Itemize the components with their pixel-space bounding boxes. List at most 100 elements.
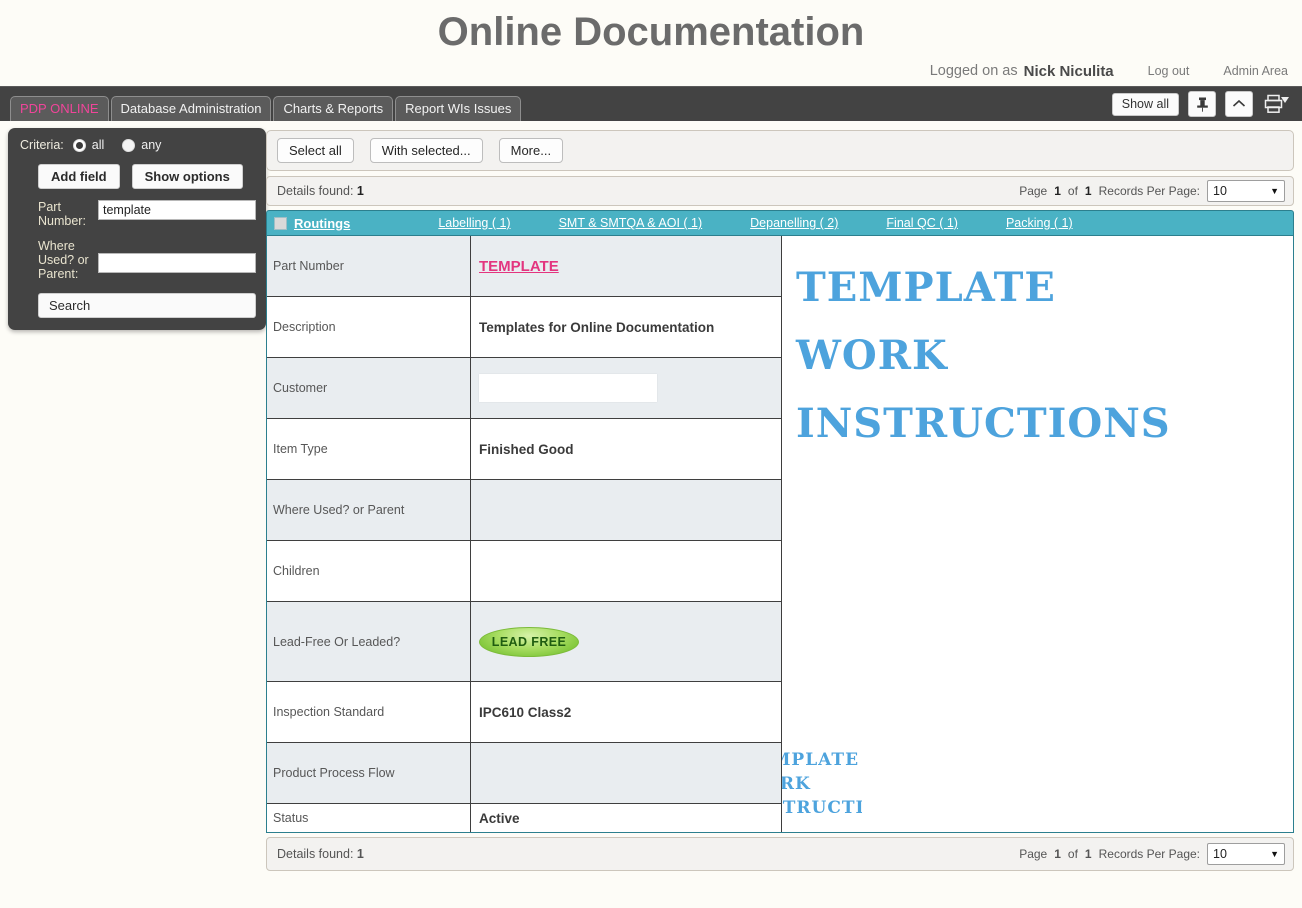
row-label-customer: Customer xyxy=(267,358,471,418)
row-label-lead-free: Lead-Free Or Leaded? xyxy=(267,602,471,681)
row-label-inspection-standard: Inspection Standard xyxy=(267,682,471,742)
table-row: Inspection Standard IPC610 Class2 xyxy=(267,682,781,743)
field-row-where-used: Where Used? or Parent: xyxy=(38,239,256,281)
table-row: Product Process Flow xyxy=(267,743,781,804)
app-root: Online Documentation Logged on as Nick N… xyxy=(0,0,1302,908)
navbar-actions: Show all xyxy=(1112,91,1292,117)
details-found-count-bottom: 1 xyxy=(357,847,364,861)
customer-input[interactable] xyxy=(479,374,657,402)
print-icon[interactable] xyxy=(1262,92,1292,116)
criteria-label: Criteria: xyxy=(20,138,64,152)
preview-small-line-2: WORK xyxy=(782,772,862,796)
row-label-part-number: Part Number xyxy=(267,236,471,296)
logout-link[interactable]: Log out xyxy=(1148,64,1190,78)
row-value-children xyxy=(471,541,781,601)
table-row: Description Templates for Online Documen… xyxy=(267,297,781,358)
table-row: Item Type Finished Good xyxy=(267,419,781,480)
routing-step-labelling[interactable]: Labelling ( 1) xyxy=(438,216,510,230)
preview-line-3: INSTRUCTIONS xyxy=(796,390,1293,458)
part-number-input[interactable] xyxy=(98,200,256,220)
routings-title-link[interactable]: Routings xyxy=(294,216,350,231)
details-found-count: 1 xyxy=(357,184,364,198)
admin-area-link[interactable]: Admin Area xyxy=(1223,64,1288,78)
preview-small-line-1: TEMPLATE xyxy=(782,748,862,772)
search-button-wrap: Search xyxy=(38,293,256,318)
tab-database-administration[interactable]: Database Administration xyxy=(111,96,272,121)
row-value-item-type: Finished Good xyxy=(471,419,781,479)
details-found-bottom: Details found: 1 xyxy=(277,847,364,861)
table-row: Lead-Free Or Leaded? LEAD FREE xyxy=(267,602,781,682)
field-row-part-number: Part Number: xyxy=(38,200,256,228)
tab-report-wis-issues[interactable]: Report WIs Issues xyxy=(395,96,521,121)
with-selected-button[interactable]: With selected... xyxy=(370,138,483,163)
page-current: 1 xyxy=(1054,184,1061,198)
main-content: Select all With selected... More... Deta… xyxy=(266,130,1294,871)
add-field-button[interactable]: Add field xyxy=(38,164,120,189)
row-value-lead-free: LEAD FREE xyxy=(471,602,781,681)
chevron-down-icon-bottom: ▼ xyxy=(1270,849,1279,859)
show-options-button[interactable]: Show options xyxy=(132,164,243,189)
records-per-page-value: 10 xyxy=(1213,184,1227,198)
page-of-label-bottom: of xyxy=(1068,847,1078,861)
records-per-page-select-bottom[interactable]: 10 ▼ xyxy=(1207,843,1285,865)
criteria-row: Criteria: all any xyxy=(20,138,256,152)
routing-step-depanelling[interactable]: Depanelling ( 2) xyxy=(750,216,838,230)
row-value-inspection-standard: IPC610 Class2 xyxy=(471,682,781,742)
row-value-customer xyxy=(471,358,781,418)
row-value-status: Active xyxy=(471,804,781,832)
page-current-bottom: 1 xyxy=(1054,847,1061,861)
user-strip: Logged on as Nick Niculita Log out Admin… xyxy=(0,56,1302,86)
preview-line-2: WORK xyxy=(796,322,1293,390)
criteria-radio-any[interactable] xyxy=(122,139,135,152)
chevron-up-icon[interactable] xyxy=(1225,91,1253,117)
action-toolbar: Select all With selected... More... xyxy=(266,130,1294,171)
routings-header: Routings Labelling ( 1) SMT & SMTQA & AO… xyxy=(266,210,1294,236)
tab-charts-reports[interactable]: Charts & Reports xyxy=(273,96,393,121)
details-found-top: Details found: 1 xyxy=(277,184,364,198)
routing-step-smt[interactable]: SMT & SMTQA & AOI ( 1) xyxy=(559,216,703,230)
page-label: Page xyxy=(1019,184,1047,198)
page-total-bottom: 1 xyxy=(1085,847,1092,861)
page-title: Online Documentation xyxy=(0,0,1302,56)
row-value-product-process-flow xyxy=(471,743,781,803)
tab-pdp-online[interactable]: PDP ONLINE xyxy=(10,96,109,121)
row-value-where-used xyxy=(471,480,781,540)
routing-step-packing[interactable]: Packing ( 1) xyxy=(1006,216,1073,230)
part-number-link[interactable]: TEMPLATE xyxy=(479,258,559,275)
table-row: Children xyxy=(267,541,781,602)
pin-icon[interactable] xyxy=(1188,91,1216,117)
preview-line-1: TEMPLATE xyxy=(796,254,1293,322)
row-value-part-number: TEMPLATE xyxy=(471,236,781,296)
details-found-label-bottom: Details found: xyxy=(277,847,353,861)
page-label-bottom: Page xyxy=(1019,847,1047,861)
select-all-button[interactable]: Select all xyxy=(277,138,354,163)
lead-free-badge: LEAD FREE xyxy=(479,627,579,657)
records-per-page-label-bottom: Records Per Page: xyxy=(1099,847,1200,861)
row-label-item-type: Item Type xyxy=(267,419,471,479)
details-found-label: Details found: xyxy=(277,184,353,198)
criteria-label-any: any xyxy=(141,138,161,152)
preview-small-line-3: INSTRUCTIONS xyxy=(782,796,862,820)
records-per-page-select[interactable]: 10 ▼ xyxy=(1207,180,1285,202)
records-per-page-label: Records Per Page: xyxy=(1099,184,1200,198)
work-instruction-preview[interactable]: TEMPLATE WORK INSTRUCTIONS TEMPLATE WORK… xyxy=(782,236,1293,832)
records-per-page-value-bottom: 10 xyxy=(1213,847,1227,861)
show-all-button[interactable]: Show all xyxy=(1112,93,1179,116)
more-button[interactable]: More... xyxy=(499,138,563,163)
row-label-description: Description xyxy=(267,297,471,357)
routings-select-checkbox[interactable] xyxy=(274,217,287,230)
status-bar-bottom: Details found: 1 Page 1 of 1 Records Per… xyxy=(266,837,1294,871)
table-row: Where Used? or Parent xyxy=(267,480,781,541)
routing-step-final-qc[interactable]: Final QC ( 1) xyxy=(886,216,958,230)
tab-list: PDP ONLINE Database Administration Chart… xyxy=(0,96,521,121)
page-of-label: of xyxy=(1068,184,1078,198)
page-total: 1 xyxy=(1085,184,1092,198)
where-used-label: Where Used? or Parent: xyxy=(38,239,98,281)
criteria-radio-all[interactable] xyxy=(73,139,86,152)
logged-on-label: Logged on as xyxy=(930,63,1018,79)
where-used-input[interactable] xyxy=(98,253,256,273)
pager-bottom: Page 1 of 1 Records Per Page: 10 ▼ xyxy=(1019,843,1285,865)
status-bar-top: Details found: 1 Page 1 of 1 Records Per… xyxy=(266,176,1294,206)
row-label-product-process-flow: Product Process Flow xyxy=(267,743,471,803)
search-button[interactable]: Search xyxy=(38,293,256,318)
